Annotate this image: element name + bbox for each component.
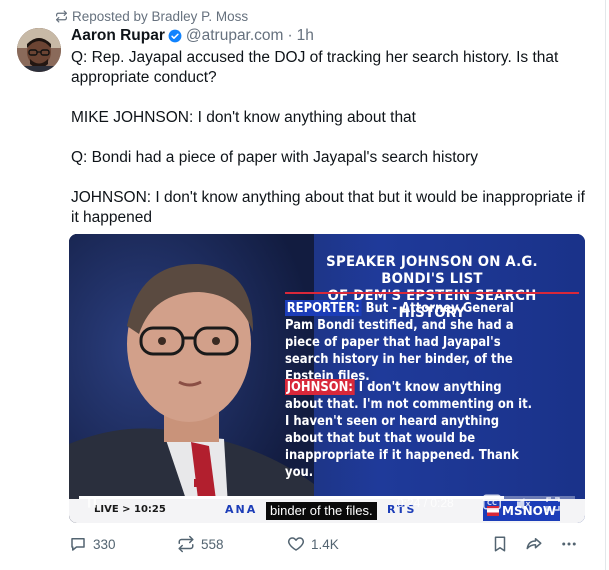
post-timestamp[interactable]: 1h — [297, 27, 314, 45]
post-line: Q: Rep. Jayapal accused the DOJ of track… — [71, 49, 559, 86]
headline-line: SPEAKER JOHNSON ON A.G. BONDI'S LIST — [326, 254, 538, 287]
video-player[interactable]: SPEAKER JOHNSON ON A.G. BONDI'S LIST OF … — [69, 234, 585, 523]
repost-label: Reposted by Bradley P. Moss — [72, 8, 249, 24]
captions-icon[interactable]: CC — [483, 494, 501, 515]
johnson-quote: JOHNSON: I don't know anything about tha… — [285, 379, 534, 481]
reporter-quote: REPORTER: But - Attorney General Pam Bon… — [285, 300, 534, 385]
repost-indicator[interactable]: Reposted by Bradley P. Moss — [55, 7, 248, 25]
reporter-tag: REPORTER: — [285, 300, 362, 316]
repost-button[interactable]: 558 — [177, 534, 224, 554]
heart-icon — [288, 537, 304, 551]
reply-icon — [71, 538, 85, 551]
share-icon — [526, 538, 542, 550]
johnson-tag: JOHNSON: — [285, 379, 355, 395]
more-icon — [562, 542, 576, 546]
headline-divider — [285, 292, 579, 294]
author-name[interactable]: Aaron Rupar — [71, 27, 165, 45]
video-caption: binder of the files. — [266, 502, 377, 520]
bookmark-button[interactable] — [491, 534, 515, 554]
repost-icon — [178, 535, 194, 553]
bookmark-icon — [494, 536, 506, 552]
like-button[interactable]: 1.4K — [287, 534, 339, 554]
post-body: Q: Rep. Jayapal accused the DOJ of track… — [71, 48, 591, 228]
verified-badge-icon — [168, 29, 182, 43]
post-line: JOHNSON: I don't know anything about tha… — [71, 189, 585, 226]
post-line: Q: Bondi had a piece of paper with Jayap… — [71, 149, 479, 166]
more-options-button[interactable] — [560, 534, 584, 554]
pause-icon[interactable] — [85, 496, 99, 515]
svg-text:CC: CC — [487, 499, 497, 507]
author-handle[interactable]: @atrupar.com — [186, 27, 284, 45]
header-separator: · — [287, 27, 293, 44]
reply-button[interactable]: 330 — [69, 534, 116, 554]
post-actions: 330 558 1.4K — [69, 534, 589, 554]
ticker-left: ANA — [225, 503, 258, 516]
repost-icon — [56, 9, 67, 23]
reply-count: 330 — [93, 536, 116, 552]
avatar[interactable] — [17, 28, 61, 72]
live-indicator: LIVE > 10:25 — [94, 504, 166, 515]
mute-icon[interactable] — [515, 496, 531, 517]
avatar-image — [17, 28, 61, 72]
repost-count: 558 — [201, 536, 224, 552]
post-header: Aaron Rupar @atrupar.com · 1h — [71, 26, 314, 46]
post-line: MIKE JOHNSON: I don't know anything abou… — [71, 109, 416, 126]
like-count: 1.4K — [311, 536, 339, 552]
video-time: 0:24 / 0:28 — [397, 496, 454, 510]
fullscreen-icon[interactable] — [545, 496, 561, 517]
share-button[interactable] — [525, 534, 549, 554]
video-speaker-image — [69, 234, 314, 523]
